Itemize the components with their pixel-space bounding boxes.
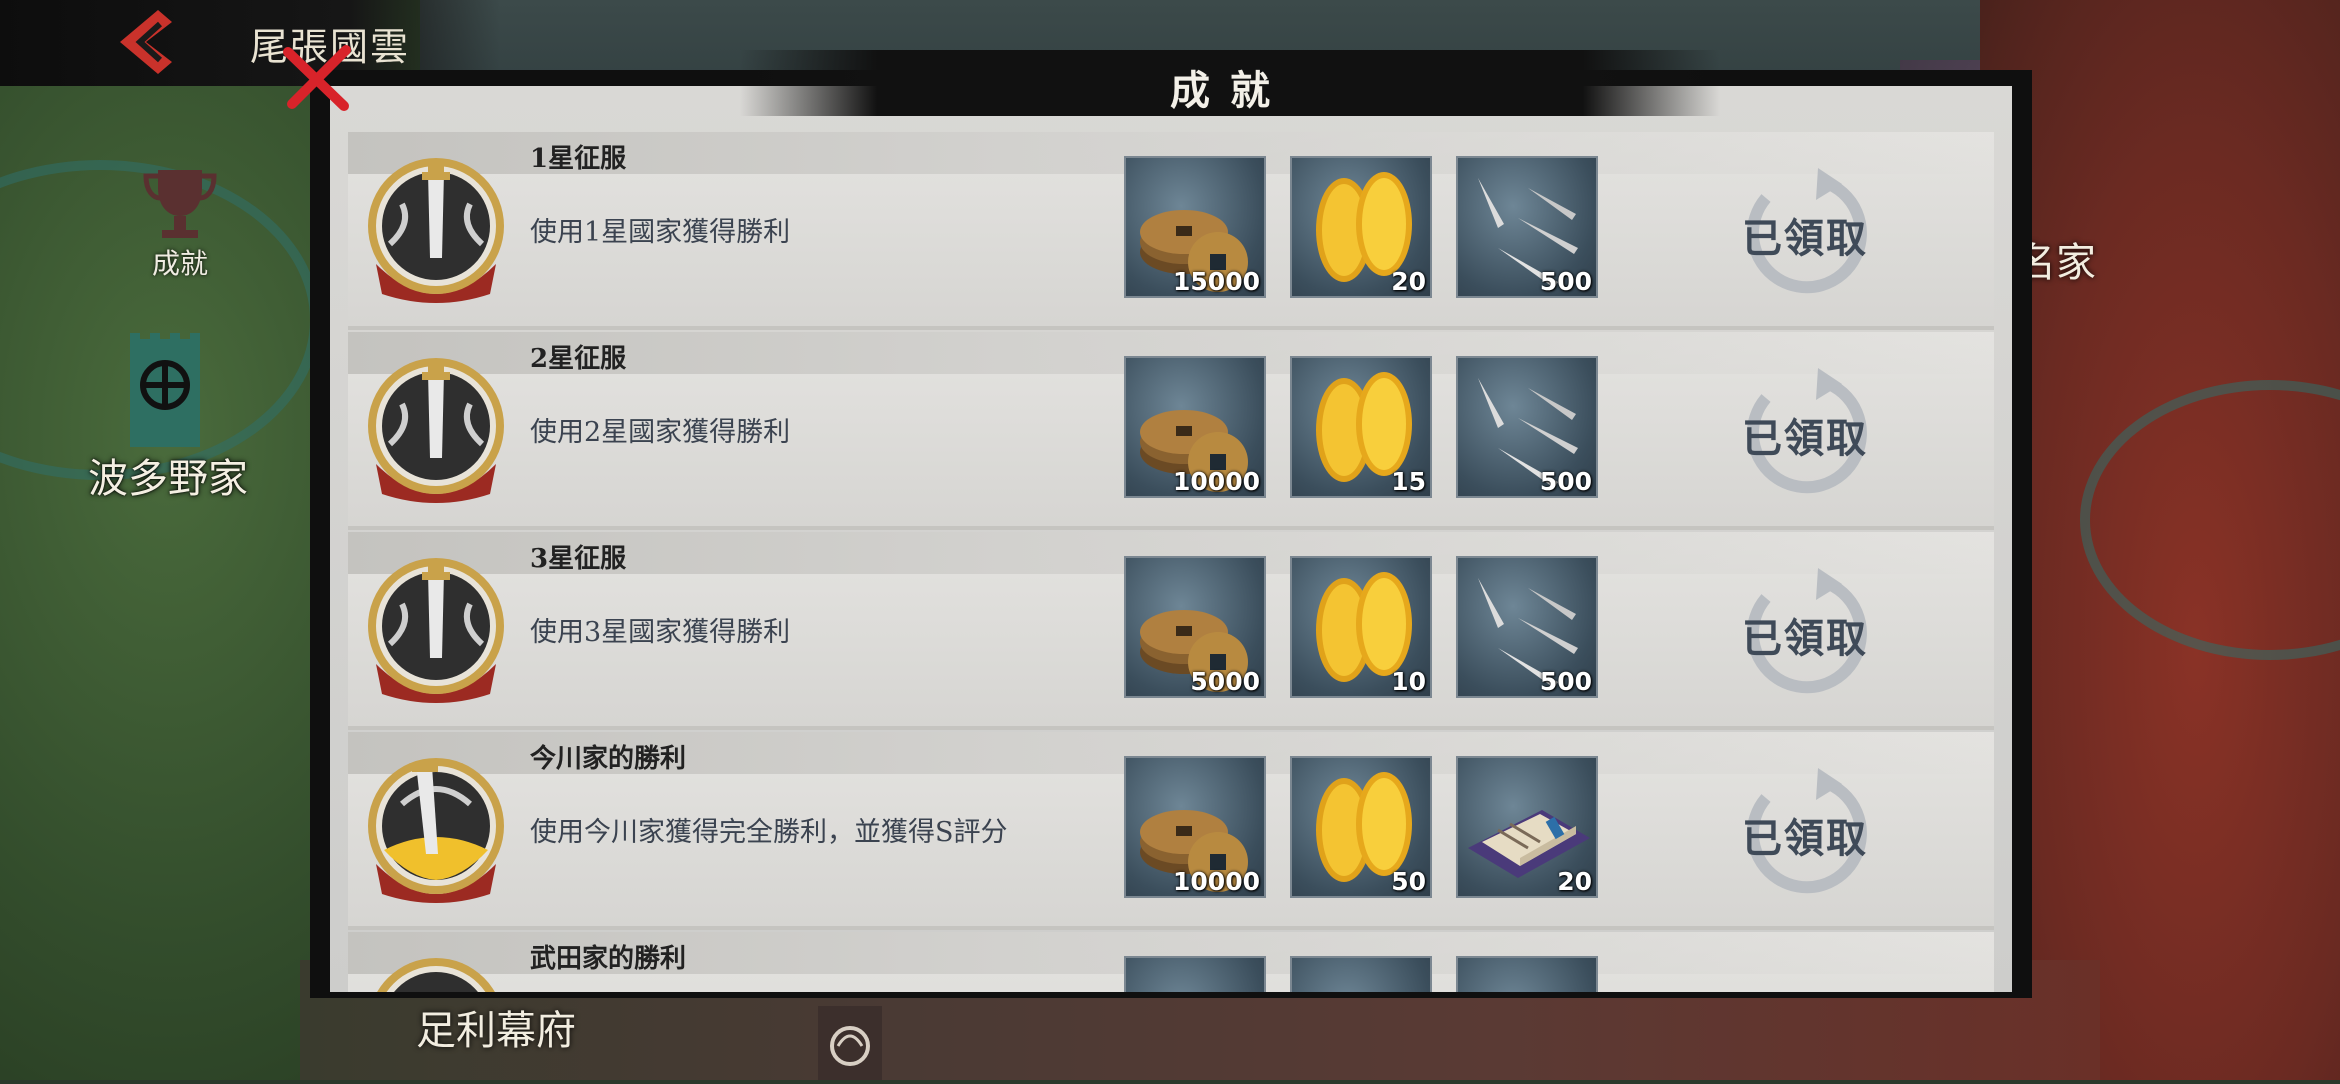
reward-quantity: 500 — [1539, 667, 1592, 696]
reward-item[interactable] — [1456, 956, 1598, 992]
achievement-description: 使用今川家獲得完全勝利，並獲得S評分 — [530, 817, 1008, 848]
reward-quantity: 15 — [1391, 467, 1426, 496]
reward-item[interactable]: 10 — [1290, 556, 1432, 698]
achievement-list[interactable]: 1星征服 使用1星國家獲得勝利 15000 20 500 已領取 2星征服 使用… — [348, 132, 1994, 992]
clan-crest-icon[interactable] — [818, 1006, 882, 1080]
clan-name-ashikaga: 足利幕府 — [416, 1008, 576, 1054]
achievement-title: 3星征服 — [530, 544, 627, 574]
reward-item[interactable]: 5000 — [1124, 556, 1266, 698]
claimed-status: 已領取 — [1720, 368, 1890, 498]
clan-banner-icon[interactable] — [126, 333, 204, 451]
achievement-side-button[interactable]: 成就 — [140, 160, 220, 282]
imagawa-medal-icon — [368, 758, 504, 903]
reward-item[interactable]: 15000 — [1124, 156, 1266, 298]
close-button[interactable] — [278, 38, 358, 118]
reward-item[interactable]: 500 — [1456, 356, 1598, 498]
reward-item[interactable]: 10000 — [1124, 356, 1266, 498]
achievement-side-label: 成就 — [151, 247, 208, 280]
claimed-status: 已領取 — [1720, 768, 1890, 898]
claimed-status: 已領取 — [1720, 168, 1890, 298]
dialog-title: 成就 — [1170, 67, 1290, 114]
conquest-medal-icon — [368, 358, 504, 503]
reward-item[interactable]: 50 — [1290, 756, 1432, 898]
claimed-label: 已領取 — [1742, 815, 1868, 862]
achievement-title: 武田家的勝利 — [530, 944, 687, 974]
achievement-row: 今川家的勝利 使用今川家獲得完全勝利，並獲得S評分 10000 50 20 已領… — [348, 732, 1994, 930]
takeda-medal-icon — [377, 958, 495, 992]
reward-item[interactable]: 20 — [1290, 156, 1432, 298]
achievement-title: 2星征服 — [530, 344, 627, 374]
reward-item[interactable]: 10000 — [1124, 756, 1266, 898]
reward-quantity: 5000 — [1190, 667, 1260, 696]
reward-quantity: 20 — [1391, 267, 1426, 296]
claimed-label: 已領取 — [1742, 415, 1868, 462]
back-arrow-icon[interactable] — [112, 6, 182, 78]
achievement-description: 使用2星國家獲得勝利 — [530, 417, 791, 448]
clan-name-hatano: 波多野家 — [88, 456, 248, 502]
achievement-row: 武田家的勝利 — [348, 932, 1994, 992]
achievement-dialog: 1星征服 使用1星國家獲得勝利 15000 20 500 已領取 2星征服 使用… — [330, 86, 2012, 992]
reward-item[interactable] — [1290, 956, 1432, 992]
reward-quantity: 10000 — [1173, 467, 1260, 496]
reward-quantity: 20 — [1557, 867, 1592, 896]
reward-quantity: 10 — [1391, 667, 1426, 696]
reward-quantity: 50 — [1391, 867, 1426, 896]
claimed-label: 已領取 — [1742, 615, 1868, 662]
reward-quantity: 500 — [1539, 467, 1592, 496]
reward-item[interactable]: 20 — [1456, 756, 1598, 898]
trophy-icon — [143, 170, 217, 238]
reward-quantity: 10000 — [1173, 867, 1260, 896]
reward-item[interactable] — [1124, 956, 1266, 992]
claimed-status: 已領取 — [1720, 568, 1890, 698]
achievement-description: 使用1星國家獲得勝利 — [530, 217, 791, 248]
conquest-medal-icon — [368, 558, 504, 703]
achievement-row: 3星征服 使用3星國家獲得勝利 5000 10 500 已領取 — [348, 532, 1994, 730]
close-icon — [283, 45, 351, 111]
reward-item[interactable]: 500 — [1456, 556, 1598, 698]
achievement-row: 1星征服 使用1星國家獲得勝利 15000 20 500 已領取 — [348, 132, 1994, 330]
reward-item[interactable]: 15 — [1290, 356, 1432, 498]
achievement-description: 使用3星國家獲得勝利 — [530, 617, 791, 648]
reward-quantity: 500 — [1539, 267, 1592, 296]
conquest-medal-icon — [368, 158, 504, 303]
claimed-label: 已領取 — [1742, 215, 1868, 262]
dialog-title-bar: 成就 — [740, 50, 1720, 116]
achievement-row: 2星征服 使用2星國家獲得勝利 10000 15 500 已領取 — [348, 332, 1994, 530]
achievement-title: 1星征服 — [530, 144, 627, 174]
reward-quantity: 15000 — [1173, 267, 1260, 296]
reward-item[interactable]: 500 — [1456, 156, 1598, 298]
achievement-title: 今川家的勝利 — [530, 744, 687, 774]
